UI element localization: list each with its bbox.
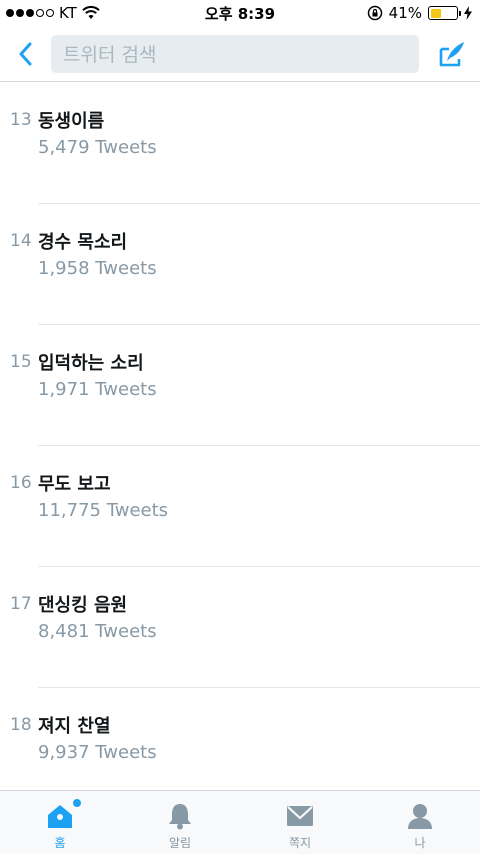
battery-icon: [428, 6, 461, 20]
trend-list: 13 동생이름 5,479 Tweets 14 경수 목소리 1,958 Twe…: [0, 83, 480, 809]
rotation-lock-icon: [367, 5, 382, 21]
trend-rank: 17: [10, 594, 32, 614]
trend-tweet-count: 9,937 Tweets: [38, 742, 157, 763]
status-left: KT: [6, 4, 100, 22]
envelope-icon: [284, 801, 316, 831]
nav-bar: 트위터 검색: [0, 26, 480, 82]
back-button[interactable]: [10, 34, 40, 74]
tab-label: 쪽지: [288, 836, 312, 850]
trend-row[interactable]: 15 입덕하는 소리 1,971 Tweets: [0, 325, 480, 446]
signal-strength-icon: [6, 9, 54, 17]
trend-topic[interactable]: 동생이름: [38, 107, 104, 133]
status-bar: KT 오후 8:39 41%: [0, 0, 480, 26]
search-placeholder: 트위터 검색: [63, 44, 157, 66]
trend-row[interactable]: 14 경수 목소리 1,958 Tweets: [0, 204, 480, 325]
tab-messages[interactable]: 쪽지: [240, 791, 360, 854]
trend-topic[interactable]: 댄싱킹 음원: [38, 591, 127, 617]
compose-icon: [439, 41, 464, 66]
trend-tweet-count: 11,775 Tweets: [38, 500, 169, 521]
tab-label: 알림: [168, 836, 192, 850]
trend-rank: 14: [10, 231, 32, 251]
trend-tweet-count: 1,958 Tweets: [38, 258, 157, 279]
battery-fill: [430, 8, 441, 18]
trend-topic[interactable]: 져지 찬열: [38, 712, 111, 738]
tab-me[interactable]: 나: [360, 791, 480, 854]
trend-topic[interactable]: 경수 목소리: [38, 228, 127, 254]
trend-tweet-count: 8,481 Tweets: [38, 621, 157, 642]
trend-topic[interactable]: 무도 보고: [38, 470, 111, 496]
search-input[interactable]: 트위터 검색: [51, 34, 419, 73]
compose-tweet-button[interactable]: [436, 34, 468, 74]
wifi-icon: [82, 6, 100, 19]
trend-row[interactable]: 16 무도 보고 11,775 Tweets: [0, 446, 480, 567]
battery-percent: 41%: [388, 4, 422, 22]
trend-tweet-count: 5,479 Tweets: [38, 137, 157, 158]
tab-label: 홈: [54, 836, 66, 850]
trend-tweet-count: 1,971 Tweets: [38, 379, 157, 400]
carrier-label: KT: [59, 4, 77, 22]
bottom-tab-bar: 홈 알림 쪽지 나: [0, 790, 480, 854]
tab-label: 나: [414, 836, 426, 850]
trend-rank: 13: [10, 110, 32, 130]
status-right: 41%: [367, 4, 472, 22]
trend-rank: 15: [10, 352, 32, 372]
charging-icon: [464, 6, 472, 20]
trend-row[interactable]: 17 댄싱킹 음원 8,481 Tweets: [0, 567, 480, 688]
tab-notifications[interactable]: 알림: [120, 791, 240, 854]
trend-rank: 16: [10, 473, 32, 493]
home-notification-dot: [73, 799, 81, 807]
chevron-left-icon: [19, 42, 32, 65]
trend-rank: 18: [10, 715, 32, 735]
trend-topic[interactable]: 입덕하는 소리: [38, 349, 144, 375]
trend-row[interactable]: 13 동생이름 5,479 Tweets: [0, 83, 480, 204]
home-icon: [44, 801, 76, 831]
bell-icon: [164, 801, 196, 831]
tab-home[interactable]: 홈: [0, 791, 120, 854]
person-icon: [404, 801, 436, 831]
